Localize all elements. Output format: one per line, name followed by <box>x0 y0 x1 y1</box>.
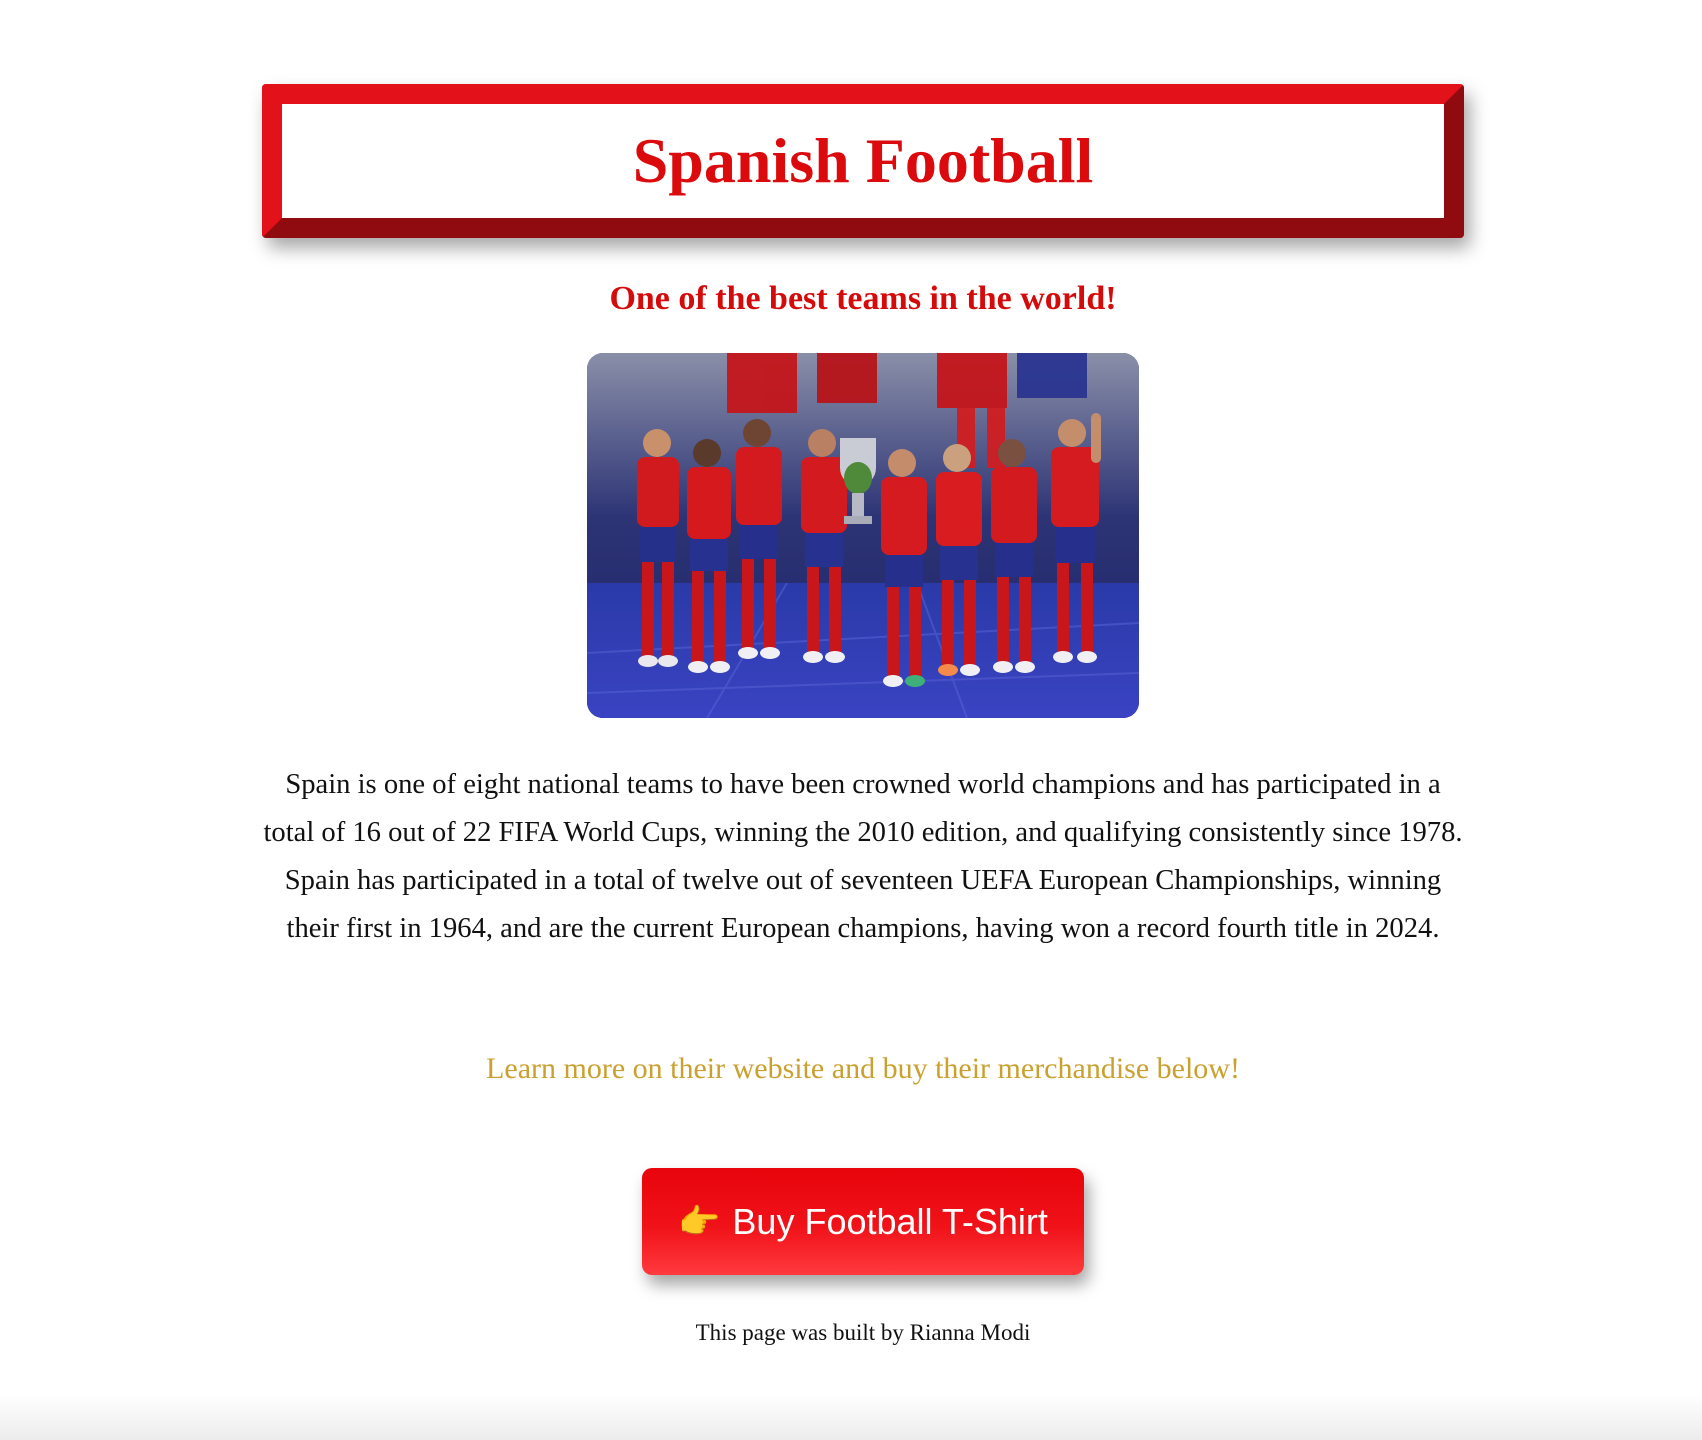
footer-credit: This page was built by Rianna Modi <box>695 1320 1031 1345</box>
description-paragraph: Spain is one of eight national teams to … <box>263 769 1463 944</box>
buy-button-label: Buy Football T-Shirt <box>732 1200 1048 1242</box>
tagline: One of the best teams in the world! <box>609 280 1117 317</box>
cta-text: Learn more on their website and buy thei… <box>486 1052 1240 1085</box>
page-title: Spanish Football <box>632 125 1094 196</box>
team-photo <box>587 353 1139 718</box>
title-banner: Spanish Football <box>262 84 1464 238</box>
buy-tshirt-button[interactable]: 👉 Buy Football T-Shirt <box>642 1168 1084 1275</box>
page: Spanish Football One of the best teams i… <box>0 0 1702 1440</box>
window-bottom-edge <box>0 1394 1702 1440</box>
pointing-hand-icon: 👉 <box>678 1202 721 1241</box>
